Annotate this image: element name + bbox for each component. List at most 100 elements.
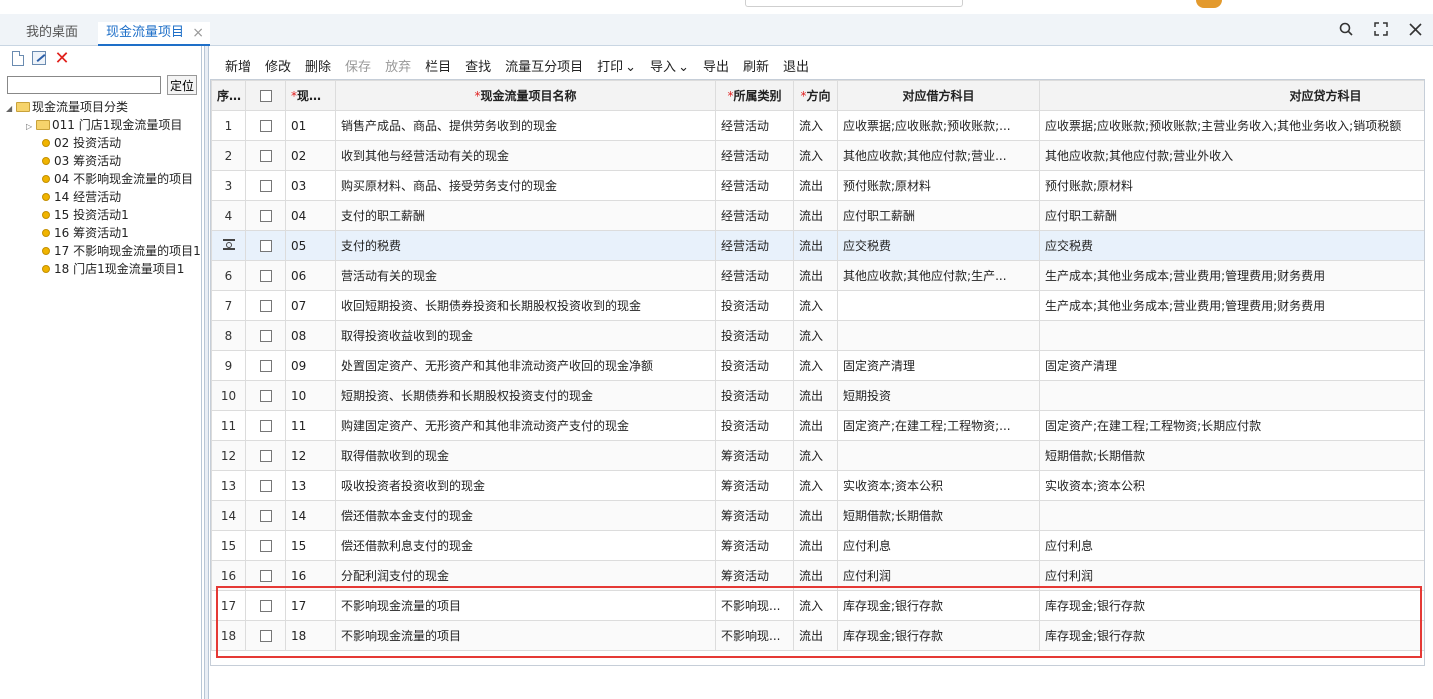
- row-select[interactable]: [245, 500, 286, 531]
- cell-debit[interactable]: 其他应收款;其他应付款;营业...: [837, 140, 1040, 171]
- cell-code[interactable]: 05: [285, 230, 336, 261]
- cell-credit[interactable]: [1039, 380, 1424, 411]
- cell-category[interactable]: 投资活动: [715, 380, 794, 411]
- tree-item[interactable]: 03 筹资活动: [0, 152, 201, 170]
- col-debit[interactable]: 对应借方科目: [837, 80, 1040, 111]
- cell-name[interactable]: 分配利润支付的现金: [335, 560, 716, 591]
- toolbar-button[interactable]: 放弃: [385, 56, 411, 79]
- cell-direction[interactable]: 流入: [793, 320, 838, 351]
- cell-name[interactable]: 收回短期投资、长期债券投资和长期股权投资收到的现金: [335, 290, 716, 321]
- table-row[interactable]: 7 07 收回短期投资、长期债券投资和长期股权投资收到的现金 投资活动 流入 生产成本;其…: [211, 290, 1424, 321]
- cell-name[interactable]: 取得借款收到的现金: [335, 440, 716, 471]
- row-select[interactable]: [245, 560, 286, 591]
- cell-debit[interactable]: 实收资本;资本公积: [837, 470, 1040, 501]
- table-row[interactable]: 8 08 取得投资收益收到的现金 投资活动 流入: [211, 320, 1424, 351]
- col-category[interactable]: *所属类别: [715, 80, 794, 111]
- toolbar-button[interactable]: 刷新: [743, 56, 769, 79]
- cell-name[interactable]: 支付的职工薪酬: [335, 200, 716, 231]
- cell-category[interactable]: 经营活动: [715, 110, 794, 141]
- row-select[interactable]: [245, 140, 286, 171]
- cell-name[interactable]: 偿还借款利息支付的现金: [335, 530, 716, 561]
- cell-category[interactable]: 经营活动: [715, 140, 794, 171]
- cell-name[interactable]: 偿还借款本金支付的现金: [335, 500, 716, 531]
- cell-category[interactable]: 不影响现...: [715, 620, 794, 651]
- cell-name[interactable]: 不影响现金流量的项目: [335, 590, 716, 621]
- col-code[interactable]: *现金...: [285, 80, 336, 111]
- tab-close-icon[interactable]: ×: [192, 22, 204, 44]
- cell-name[interactable]: 购建固定资产、无形资产和其他非流动资产支付的现金: [335, 410, 716, 441]
- row-checkbox[interactable]: [259, 450, 272, 462]
- cell-credit[interactable]: 应交税费: [1039, 230, 1424, 261]
- row-checkbox[interactable]: [259, 540, 272, 552]
- cell-code[interactable]: 15: [285, 530, 336, 561]
- row-select[interactable]: [245, 110, 286, 141]
- cell-credit[interactable]: 固定资产清理: [1039, 350, 1424, 381]
- row-select[interactable]: [245, 290, 286, 321]
- cell-credit[interactable]: 应付利息: [1039, 530, 1424, 561]
- cell-direction[interactable]: 流入: [793, 590, 838, 621]
- cell-direction[interactable]: 流入: [793, 470, 838, 501]
- cell-category[interactable]: 经营活动: [715, 260, 794, 291]
- table-row[interactable]: 9 09 处置固定资产、无形资产和其他非流动资产收回的现金净额 投资活动 流入 固定资产清…: [211, 350, 1424, 381]
- fullscreen-icon[interactable]: [1368, 20, 1394, 42]
- table-row[interactable]: 3 03 购买原材料、商品、接受劳务支付的现金 经营活动 流出 预付账款;原材料 预付账款;…: [211, 170, 1424, 201]
- row-checkbox[interactable]: [259, 360, 272, 372]
- cell-code[interactable]: 07: [285, 290, 336, 321]
- cell-code[interactable]: 08: [285, 320, 336, 351]
- table-row[interactable]: 11 11 购建固定资产、无形资产和其他非流动资产支付的现金 投资活动 流出 固定资产;在…: [211, 410, 1424, 441]
- cell-code[interactable]: 02: [285, 140, 336, 171]
- tree-item[interactable]: 17 不影响现金流量的项目1: [0, 242, 201, 260]
- table-row[interactable]: 12 12 取得借款收到的现金 筹资活动 流入 短期借款;长期借款: [211, 440, 1424, 471]
- cell-category[interactable]: 筹资活动: [715, 440, 794, 471]
- cell-category[interactable]: 投资活动: [715, 290, 794, 321]
- table-row[interactable]: 6 06 营活动有关的现金 经营活动 流出 其他应收款;其他应付款;生产... 生产成本;其…: [211, 260, 1424, 291]
- table-row[interactable]: 10 10 短期投资、长期债券和长期股权投资支付的现金 投资活动 流出 短期投资: [211, 380, 1424, 411]
- col-select-all[interactable]: [245, 80, 286, 111]
- tree-item[interactable]: 14 经营活动: [0, 188, 201, 206]
- cell-code[interactable]: 17: [285, 590, 336, 621]
- cell-credit[interactable]: [1039, 320, 1424, 351]
- tree-item[interactable]: 15 投资活动1: [0, 206, 201, 224]
- cell-credit[interactable]: 库存现金;银行存款: [1039, 590, 1424, 621]
- cell-code[interactable]: 18: [285, 620, 336, 651]
- row-select[interactable]: [245, 530, 286, 561]
- close-icon[interactable]: [1402, 20, 1428, 42]
- row-checkbox[interactable]: [259, 420, 272, 432]
- toolbar-button[interactable]: 流量互分项目: [505, 56, 583, 79]
- edit-icon[interactable]: [32, 51, 46, 65]
- cell-category[interactable]: 投资活动: [715, 320, 794, 351]
- cell-debit[interactable]: 短期投资: [837, 380, 1040, 411]
- cell-credit[interactable]: [1039, 500, 1424, 531]
- tree-item[interactable]: 16 筹资活动1: [0, 224, 201, 242]
- col-direction[interactable]: *方向: [793, 80, 838, 111]
- toolbar-button[interactable]: 退出: [783, 56, 809, 79]
- cell-name[interactable]: 处置固定资产、无形资产和其他非流动资产收回的现金净额: [335, 350, 716, 381]
- cell-code[interactable]: 16: [285, 560, 336, 591]
- cell-debit[interactable]: 固定资产;在建工程;工程物资;...: [837, 410, 1040, 441]
- cell-credit[interactable]: 生产成本;其他业务成本;营业费用;管理费用;财务费用: [1039, 290, 1424, 321]
- col-name[interactable]: *现金流量项目名称: [335, 80, 716, 111]
- row-checkbox[interactable]: [259, 330, 272, 342]
- cell-debit[interactable]: 预付账款;原材料: [837, 170, 1040, 201]
- cell-name[interactable]: 营活动有关的现金: [335, 260, 716, 291]
- cell-debit[interactable]: 应付利息: [837, 530, 1040, 561]
- row-checkbox[interactable]: [259, 570, 272, 582]
- cell-code[interactable]: 10: [285, 380, 336, 411]
- row-select[interactable]: [245, 260, 286, 291]
- row-checkbox[interactable]: [259, 600, 272, 612]
- row-checkbox[interactable]: [259, 240, 272, 252]
- table-row[interactable]: 2 02 收到其他与经营活动有关的现金 经营活动 流入 其他应收款;其他应付款;营业...…: [211, 140, 1424, 171]
- global-search-box[interactable]: [745, 0, 963, 7]
- col-seq[interactable]: 序号: [211, 80, 246, 111]
- cell-direction[interactable]: 流入: [793, 290, 838, 321]
- toolbar-button[interactable]: 新增: [225, 56, 251, 79]
- row-select[interactable]: [245, 590, 286, 621]
- row-checkbox[interactable]: [259, 210, 272, 222]
- cell-credit[interactable]: 应付利润: [1039, 560, 1424, 591]
- cell-debit[interactable]: [837, 290, 1040, 321]
- cell-code[interactable]: 06: [285, 260, 336, 291]
- table-row[interactable]: 17 17 不影响现金流量的项目 不影响现... 流入 库存现金;银行存款 库存现金;银行存…: [211, 590, 1424, 621]
- table-row[interactable]: 14 14 偿还借款本金支付的现金 筹资活动 流出 短期借款;长期借款: [211, 500, 1424, 531]
- cell-name[interactable]: 销售产成品、商品、提供劳务收到的现金: [335, 110, 716, 141]
- cell-direction[interactable]: 流出: [793, 500, 838, 531]
